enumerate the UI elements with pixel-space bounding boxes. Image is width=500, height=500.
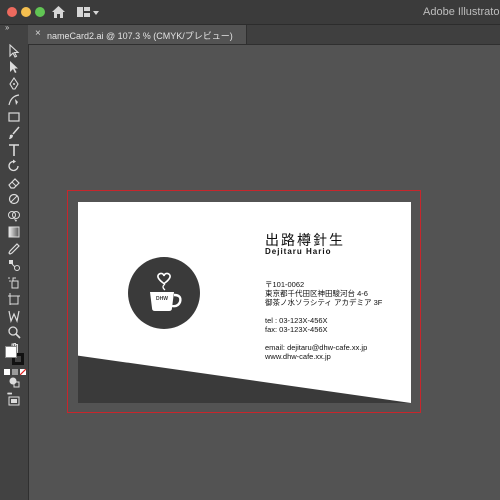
draw-mode-icon[interactable] xyxy=(3,374,25,390)
card-address-line-1: 東京都千代田区神田駿河台 4-6 xyxy=(265,289,368,298)
card-name-english: Dejitaru Hario xyxy=(265,247,332,256)
document-tab[interactable]: × nameCard2.ai @ 107.3 % (CMYK/プレビュー) xyxy=(28,25,247,44)
card-website: www.dhw-cafe.xx.jp xyxy=(265,352,331,361)
document-tab-label: nameCard2.ai @ 107.3 % (CMYK/プレビュー) xyxy=(47,31,233,41)
shaper-tool-icon[interactable] xyxy=(3,191,25,207)
home-icon[interactable] xyxy=(51,5,66,19)
type-tool-icon[interactable] xyxy=(3,142,25,158)
card-tel: tel : 03-123X-456X xyxy=(265,316,328,325)
minimize-window-button[interactable] xyxy=(21,7,31,17)
fill-stroke-swatch[interactable] xyxy=(4,345,26,367)
artboard-tool-icon[interactable] xyxy=(3,291,25,307)
close-tab-icon[interactable]: × xyxy=(35,28,41,39)
paintbrush-tool-icon[interactable] xyxy=(3,125,25,141)
blend-tool-icon[interactable] xyxy=(3,257,25,273)
eraser-tool-icon[interactable] xyxy=(3,175,25,191)
eyedropper-tool-icon[interactable] xyxy=(3,241,25,257)
logo-mug-text: DHW xyxy=(156,296,168,302)
document-tab-bar: × nameCard2.ai @ 107.3 % (CMYK/プレビュー) xyxy=(28,25,500,45)
gradient-tool-icon[interactable] xyxy=(3,224,25,240)
coffee-mug-icon: DHW xyxy=(150,272,182,311)
card-postal-code: 〒101-0062 xyxy=(265,280,305,289)
app-title: Adobe Illustrator 20 xyxy=(423,6,500,18)
title-bar: Adobe Illustrator 20 xyxy=(0,0,500,25)
close-window-button[interactable] xyxy=(7,7,17,17)
edit-toolbar-button[interactable]: ••• xyxy=(7,391,12,398)
workspace-switcher-icon[interactable] xyxy=(76,5,100,19)
fill-swatch[interactable] xyxy=(5,346,17,358)
zoom-window-button[interactable] xyxy=(35,7,45,17)
card-email: email: dejitaru@dhw-cafe.xx.jp xyxy=(265,343,368,352)
curvature-tool-icon[interactable] xyxy=(3,92,25,108)
pen-tool-icon[interactable] xyxy=(3,76,25,92)
zoom-tool-icon[interactable] xyxy=(3,324,25,340)
symbol-sprayer-tool-icon[interactable] xyxy=(3,274,25,290)
rotate-tool-icon[interactable] xyxy=(3,158,25,174)
shape-builder-tool-icon[interactable] xyxy=(3,208,25,224)
tools-panel: ›› ••• xyxy=(0,23,29,500)
cafe-logo: DHW xyxy=(128,257,200,329)
card-address-line-2: 御茶ノ水ソラシティ アカデミア 3F xyxy=(265,298,383,307)
selection-tool-icon[interactable] xyxy=(3,43,25,59)
business-card-artboard[interactable]: DHW 出路樽針生 Dejitaru Hario 〒101-0062 東京都千代… xyxy=(78,202,411,403)
collapse-toolbar-button[interactable]: ›› xyxy=(5,23,9,32)
card-fax: fax: 03-123X-456X xyxy=(265,325,328,334)
width-tool-icon[interactable] xyxy=(3,308,25,324)
rectangle-tool-icon[interactable] xyxy=(3,109,25,125)
direct-selection-tool-icon[interactable] xyxy=(3,59,25,75)
